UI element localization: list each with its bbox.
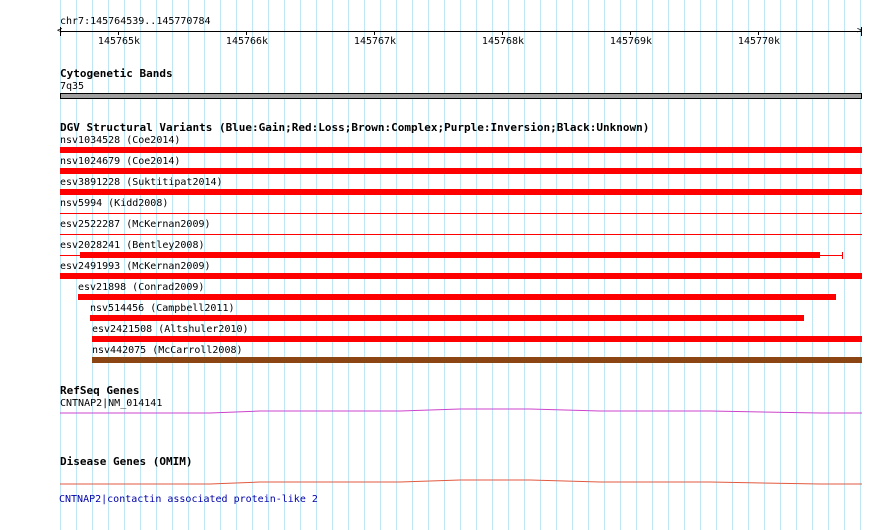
ruler-tick-label: 145767k	[353, 36, 397, 47]
dgv-variant-bar[interactable]	[92, 336, 862, 342]
dgv-variant-label[interactable]: esv2028241 (Bentley2008)	[60, 240, 205, 251]
ruler-left-arrow-icon: <	[57, 26, 63, 36]
grid-line	[364, 0, 365, 530]
dgv-variant-label[interactable]: nsv1024679 (Coe2014)	[60, 156, 180, 167]
grid-line	[604, 0, 605, 530]
dgv-track-title: DGV Structural Variants (Blue:Gain;Red:L…	[60, 121, 650, 134]
dgv-variant-label[interactable]: esv21898 (Conrad2009)	[78, 282, 204, 293]
cytogenetic-track-title: Cytogenetic Bands	[60, 67, 173, 80]
grid-line	[812, 0, 813, 530]
grid-line	[236, 0, 237, 530]
grid-line	[636, 0, 637, 530]
disease-gene-model[interactable]	[60, 476, 862, 488]
dgv-variant-label[interactable]: nsv514456 (Campbell2011)	[90, 303, 235, 314]
grid-line	[460, 0, 461, 530]
grid-line	[268, 0, 269, 530]
grid-line	[652, 0, 653, 530]
grid-line	[252, 0, 253, 530]
dgv-variant-bar[interactable]	[60, 189, 862, 195]
dgv-variant-label[interactable]: nsv442075 (McCarroll2008)	[92, 345, 243, 356]
disease-track-title: Disease Genes (OMIM)	[60, 455, 193, 468]
ruler-tick	[118, 31, 119, 35]
ruler-tick-label: 145769k	[609, 36, 653, 47]
dgv-variant-bar[interactable]	[80, 252, 820, 258]
ruler-tick-label: 145768k	[481, 36, 525, 47]
grid-line	[764, 0, 765, 530]
grid-line	[412, 0, 413, 530]
disease-gene-label[interactable]: CNTNAP2|contactin associated protein-lik…	[59, 494, 318, 505]
grid-line	[220, 0, 221, 530]
grid-line	[748, 0, 749, 530]
grid-line	[316, 0, 317, 530]
dgv-variant-line[interactable]	[60, 234, 862, 235]
refseq-track-title: RefSeq Genes	[60, 384, 140, 397]
grid-line	[396, 0, 397, 530]
dgv-variant-bar[interactable]	[92, 357, 862, 363]
grid-line	[620, 0, 621, 530]
locus-label: chr7:145764539..145770784	[60, 16, 211, 27]
grid-line	[828, 0, 829, 530]
ruler-tick-label: 145765k	[97, 36, 141, 47]
dgv-variant-bar[interactable]	[60, 273, 862, 279]
ruler-axis	[60, 31, 862, 32]
grid-line	[476, 0, 477, 530]
dgv-variant-label[interactable]: esv2421508 (Altshuler2010)	[92, 324, 249, 335]
ruler-tick	[246, 31, 247, 35]
ruler-tick-label: 145766k	[225, 36, 269, 47]
ruler-tick	[630, 31, 631, 35]
dgv-variant-label[interactable]: esv3891228 (Suktitipat2014)	[60, 177, 223, 188]
dgv-variant-bar[interactable]	[60, 147, 862, 153]
grid-line	[300, 0, 301, 530]
dgv-variant-bar[interactable]	[90, 315, 804, 321]
dgv-variant-label[interactable]: nsv5994 (Kidd2008)	[60, 198, 168, 209]
refseq-gene-model[interactable]	[60, 405, 862, 417]
grid-line	[524, 0, 525, 530]
grid-line	[684, 0, 685, 530]
grid-line	[588, 0, 589, 530]
cytoband-label: 7q35	[60, 81, 85, 92]
ruler-tick-label: 145770k	[737, 36, 781, 47]
dgv-variant-line[interactable]	[60, 213, 862, 214]
ruler-tick	[758, 31, 759, 35]
grid-line	[444, 0, 445, 530]
grid-line	[572, 0, 573, 530]
ruler-tick	[502, 31, 503, 35]
grid-line	[428, 0, 429, 530]
dgv-variant-label[interactable]: nsv1034528 (Coe2014)	[60, 135, 180, 146]
dgv-variant-label[interactable]: esv2522287 (McKernan2009)	[60, 219, 211, 230]
refseq-gene-line[interactable]	[60, 408, 862, 414]
grid-line	[700, 0, 701, 530]
grid-line	[860, 0, 861, 530]
grid-line	[732, 0, 733, 530]
dgv-variant-bar[interactable]	[78, 294, 836, 300]
ruler-tick	[374, 31, 375, 35]
grid-line	[508, 0, 509, 530]
grid-line	[844, 0, 845, 530]
grid-line	[332, 0, 333, 530]
grid-line	[668, 0, 669, 530]
disease-gene-line[interactable]	[60, 479, 862, 485]
grid-line	[348, 0, 349, 530]
grid-line	[540, 0, 541, 530]
cytoband-bar[interactable]	[60, 93, 862, 99]
grid-line	[556, 0, 557, 530]
grid-line	[796, 0, 797, 530]
dgv-variant-end-cap	[842, 252, 843, 259]
ruler-right-arrow-icon: >	[857, 26, 863, 36]
dgv-variant-label[interactable]: esv2491993 (McKernan2009)	[60, 261, 211, 272]
dgv-variant-bar[interactable]	[60, 168, 862, 174]
grid-line	[780, 0, 781, 530]
grid-line	[284, 0, 285, 530]
grid-line	[716, 0, 717, 530]
grid-line	[492, 0, 493, 530]
grid-line	[380, 0, 381, 530]
